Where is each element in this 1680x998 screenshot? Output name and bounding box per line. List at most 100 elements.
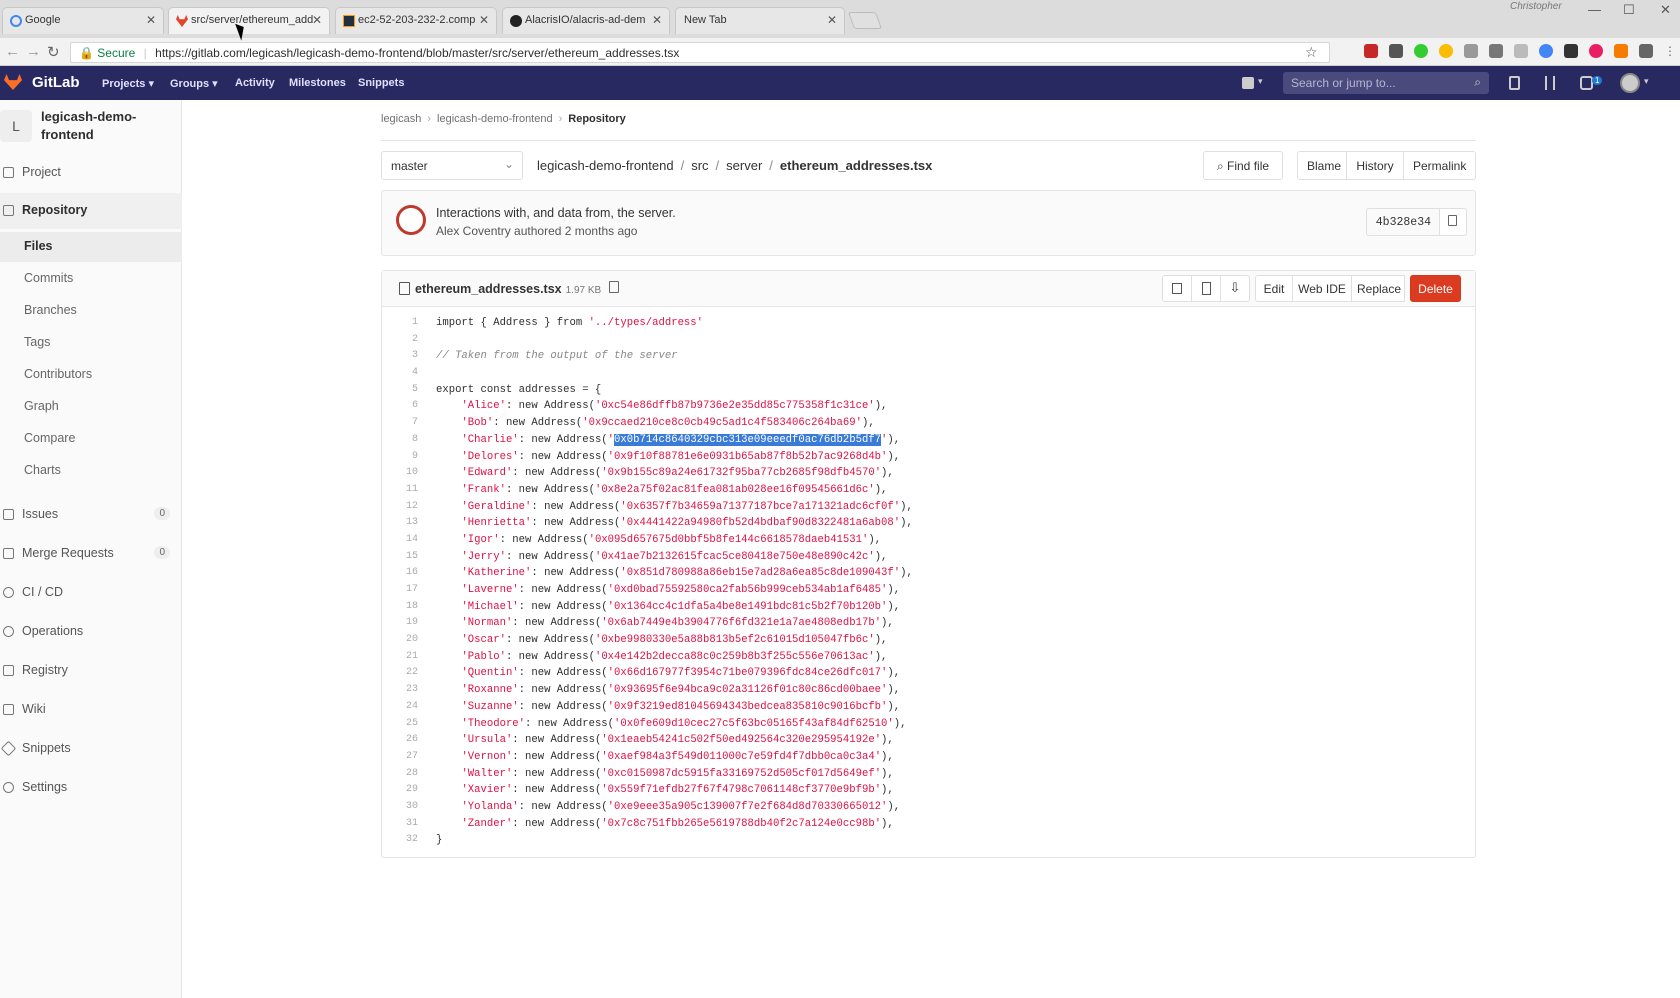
line-number[interactable]: 14 xyxy=(382,532,418,549)
sidebar-sub-branches[interactable]: Branches xyxy=(0,296,182,326)
replace-button[interactable]: Replace xyxy=(1351,275,1405,302)
line-number[interactable]: 28 xyxy=(382,766,418,783)
tab-ec2[interactable]: ec2-52-203-232-2.comp ✕ xyxy=(335,7,497,34)
tab-gitlab-file[interactable]: src/server/ethereum_add ✕ xyxy=(168,7,330,34)
close-icon[interactable]: ✕ xyxy=(146,13,156,27)
url-field[interactable]: 🔒 Secure | https://gitlab.com/legicash/l… xyxy=(70,42,1330,63)
line-number[interactable]: 5 xyxy=(382,382,418,399)
path-file[interactable]: ethereum_addresses.tsx xyxy=(780,158,932,173)
tab-google[interactable]: Google ✕ xyxy=(2,7,164,34)
menu-icon[interactable]: ⋮ xyxy=(1664,44,1676,58)
web-ide-button[interactable]: Web IDE xyxy=(1292,275,1352,302)
line-number[interactable]: 21 xyxy=(382,649,418,666)
window-close-icon[interactable]: ✕ xyxy=(1660,2,1671,18)
gitlab-brand[interactable]: GitLab xyxy=(32,74,80,91)
line-number[interactable]: 12 xyxy=(382,499,418,516)
forward-icon[interactable]: → xyxy=(26,43,41,60)
reload-icon[interactable]: ↻ xyxy=(47,43,60,61)
extension-icon[interactable] xyxy=(1414,44,1428,58)
line-number[interactable]: 13 xyxy=(382,515,418,532)
sidebar-sub-graph[interactable]: Graph xyxy=(0,392,182,422)
path-src[interactable]: src xyxy=(691,158,708,173)
line-number[interactable]: 6 xyxy=(382,398,418,415)
sidebar-item-issues[interactable]: Issues 0 xyxy=(0,500,182,530)
line-number[interactable]: 27 xyxy=(382,749,418,766)
new-tab-button[interactable] xyxy=(847,12,883,29)
breadcrumb-project[interactable]: legicash-demo-frontend xyxy=(437,113,553,125)
extension-icon[interactable] xyxy=(1514,44,1528,58)
new-item-icon[interactable] xyxy=(1242,77,1254,89)
line-number[interactable]: 15 xyxy=(382,549,418,566)
extension-icon[interactable] xyxy=(1364,44,1378,58)
commit-sha[interactable]: 4b328e34 xyxy=(1365,208,1441,236)
nav-snippets[interactable]: Snippets xyxy=(358,77,404,89)
line-number[interactable]: 22 xyxy=(382,665,418,682)
line-number[interactable]: 30 xyxy=(382,799,418,816)
line-number[interactable]: 2 xyxy=(382,332,418,349)
sidebar-sub-commits[interactable]: Commits xyxy=(0,264,182,294)
sidebar-item-operations[interactable]: Operations xyxy=(0,617,182,647)
sidebar-sub-compare[interactable]: Compare xyxy=(0,424,182,454)
line-number[interactable]: 11 xyxy=(382,482,418,499)
line-number[interactable]: 18 xyxy=(382,599,418,616)
sidebar-item-settings[interactable]: Settings xyxy=(0,773,182,803)
line-number[interactable]: 23 xyxy=(382,682,418,699)
search-input[interactable]: Search or jump to... ⌕ xyxy=(1283,72,1489,94)
issues-icon[interactable] xyxy=(1509,76,1520,90)
line-number[interactable]: 10 xyxy=(382,465,418,482)
minimize-icon[interactable]: — xyxy=(1588,2,1601,17)
line-number[interactable]: 29 xyxy=(382,782,418,799)
edit-button[interactable]: Edit xyxy=(1255,275,1293,302)
copy-source-button[interactable] xyxy=(1162,275,1192,302)
nav-groups[interactable]: Groups ▾ xyxy=(170,77,218,90)
extension-icon[interactable] xyxy=(1539,44,1553,58)
raw-button[interactable] xyxy=(1191,275,1221,302)
code-content[interactable]: 1 import { Address } from '../types/addre… xyxy=(382,315,1475,849)
line-number[interactable]: 26 xyxy=(382,732,418,749)
sidebar-sub-contributors[interactable]: Contributors xyxy=(0,360,182,390)
line-number[interactable]: 7 xyxy=(382,415,418,432)
sidebar-item-snippets[interactable]: Snippets xyxy=(0,734,182,764)
branch-select[interactable]: master ⌄ xyxy=(381,151,523,180)
copy-sha-button[interactable] xyxy=(1439,208,1467,236)
extension-icon[interactable] xyxy=(1464,44,1478,58)
extension-icon[interactable] xyxy=(1589,44,1603,58)
find-file-button[interactable]: ⌕ Find file xyxy=(1203,151,1283,180)
sidebar-sub-tags[interactable]: Tags xyxy=(0,328,182,358)
tab-new[interactable]: New Tab ✕ xyxy=(675,7,845,34)
line-number[interactable]: 25 xyxy=(382,716,418,733)
close-icon[interactable]: ✕ xyxy=(652,13,662,27)
line-number[interactable]: 19 xyxy=(382,615,418,632)
close-icon[interactable]: ✕ xyxy=(827,13,837,27)
maximize-icon[interactable]: ☐ xyxy=(1623,2,1635,18)
line-number[interactable]: 31 xyxy=(382,816,418,833)
tab-github[interactable]: AlacrisIO/alacris-ad-dem ✕ xyxy=(502,7,670,34)
sidebar-item-ci-cd[interactable]: CI / CD xyxy=(0,578,182,608)
bookmark-star-icon[interactable]: ☆ xyxy=(1305,44,1318,61)
line-number[interactable]: 9 xyxy=(382,449,418,466)
sidebar-sub-charts[interactable]: Charts xyxy=(0,456,182,486)
commit-message[interactable]: Interactions with, and data from, the se… xyxy=(436,206,676,220)
project-avatar[interactable]: L xyxy=(0,110,32,142)
nav-milestones[interactable]: Milestones xyxy=(289,77,346,89)
back-icon[interactable]: ← xyxy=(5,43,20,60)
line-number[interactable]: 17 xyxy=(382,582,418,599)
sidebar-item-wiki[interactable]: Wiki xyxy=(0,695,182,725)
gitlab-logo-icon[interactable] xyxy=(4,74,22,90)
line-number[interactable]: 8 xyxy=(382,432,418,449)
line-number[interactable]: 3 xyxy=(382,348,418,365)
line-number[interactable]: 32 xyxy=(382,832,418,849)
history-button[interactable]: History xyxy=(1346,151,1404,180)
download-button[interactable]: ⇩ xyxy=(1220,275,1250,302)
layers-icon[interactable] xyxy=(1564,44,1578,58)
blame-button[interactable]: Blame xyxy=(1297,151,1347,180)
close-icon[interactable]: ✕ xyxy=(479,13,489,27)
extension-icon[interactable] xyxy=(1639,44,1653,58)
project-name[interactable]: legicash-demo-frontend xyxy=(41,108,171,144)
extension-icon[interactable] xyxy=(1439,44,1453,58)
sidebar-sub-files[interactable]: Files xyxy=(0,232,182,262)
line-number[interactable]: 20 xyxy=(382,632,418,649)
nav-projects[interactable]: Projects ▾ xyxy=(102,77,154,90)
sidebar-item-project[interactable]: Project xyxy=(0,158,182,188)
line-number[interactable]: 24 xyxy=(382,699,418,716)
